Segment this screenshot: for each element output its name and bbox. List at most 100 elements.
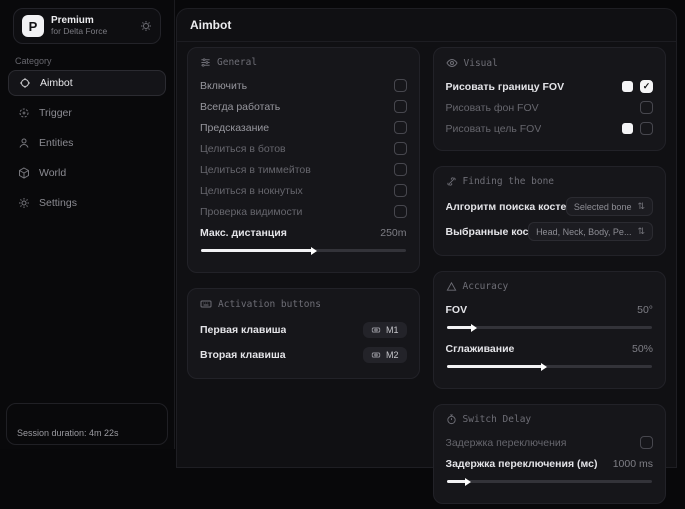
app-logo: P [22, 15, 44, 37]
slider-value: 50% [632, 343, 653, 355]
select-value: Head, Neck, Body, Pe... [536, 227, 631, 237]
toggle-label: Задержка переключения [446, 437, 567, 449]
toggle-label: Предсказание [200, 122, 269, 134]
smoothing-slider[interactable] [447, 362, 653, 371]
cube-icon [18, 167, 30, 179]
eye-icon [446, 57, 458, 69]
toggle-label: Проверка видимости [200, 206, 302, 218]
gear-icon [18, 197, 30, 209]
select-label: Алгоритм поиска костей [446, 201, 566, 213]
toggle-label: Целиться в ботов [200, 143, 286, 155]
sidebar-item-aimbot[interactable]: Aimbot [8, 70, 166, 96]
keybind-button-2[interactable]: M2 [363, 347, 407, 363]
app-brand-card: P Premium for Delta Force [13, 8, 161, 44]
selected-bones-select[interactable]: Head, Neck, Body, Pe... ⇅ [528, 222, 653, 241]
card-general: General Включить Всегда работать Предска… [187, 47, 420, 273]
updown-arrows-icon: ⇅ [637, 226, 645, 237]
slider-thumb[interactable] [465, 478, 471, 486]
bone-algorithm-select[interactable]: Selected bone ⇅ [566, 197, 653, 216]
sidebar-item-label: Entities [39, 137, 73, 149]
card-activation-buttons: Activation buttons Первая клавиша M1 Вто… [187, 288, 420, 379]
person-icon [18, 137, 30, 149]
slider-thumb[interactable] [471, 324, 477, 332]
slider-label: Задержка переключения (мс) [446, 458, 598, 470]
sidebar-item-label: Settings [39, 197, 77, 209]
triangle-icon [446, 281, 457, 292]
max-distance-slider[interactable] [201, 246, 406, 255]
sidebar-item-label: Trigger [39, 107, 72, 119]
toggle-label: Целиться в нокнутых [200, 185, 303, 197]
card-visual: Visual Рисовать границу FOV ✓ Рисовать ф… [433, 47, 667, 151]
checkbox[interactable] [394, 163, 407, 176]
card-title-text: Accuracy [463, 281, 509, 292]
checkbox[interactable]: ✓ [640, 80, 653, 93]
slider-label: FOV [446, 304, 468, 316]
sidebar: P Premium for Delta Force Category Aimbo… [0, 0, 175, 449]
toggle-label: Всегда работать [200, 101, 280, 113]
card-title-text: Activation buttons [218, 299, 321, 310]
sidebar-nav: Aimbot Trigger Entities World Settings [8, 70, 166, 220]
sidebar-item-settings[interactable]: Settings [8, 190, 166, 216]
slider-label: Сглаживание [446, 343, 515, 355]
session-duration-text: Session duration: 4m 22s [17, 428, 119, 438]
category-label: Category [15, 56, 52, 66]
bone-icon [446, 176, 457, 187]
card-title-text: Switch Delay [463, 414, 532, 425]
fov-slider[interactable] [447, 323, 653, 332]
toggle-label: Целиться в тиммейтов [200, 164, 311, 176]
keybind-button-1[interactable]: M1 [363, 322, 407, 338]
card-switch-delay: Switch Delay Задержка переключения Задер… [433, 404, 667, 504]
visual-row-label: Рисовать фон FOV [446, 102, 539, 114]
switch-delay-slider[interactable] [447, 477, 653, 486]
checkbox[interactable] [394, 121, 407, 134]
page-title: Aimbot [190, 18, 231, 32]
select-value: Selected bone [574, 202, 632, 212]
main-panel: Aimbot General Включить Всегда работать … [176, 8, 677, 468]
app-subtitle: for Delta Force [51, 27, 133, 37]
slider-thumb[interactable] [541, 363, 547, 371]
sidebar-item-label: Aimbot [40, 77, 73, 89]
card-title-text: Visual [464, 58, 498, 69]
slider-thumb[interactable] [311, 247, 317, 255]
slider-value: 250m [380, 227, 406, 239]
checkbox[interactable] [640, 101, 653, 114]
crosshair-icon [19, 77, 31, 89]
sidebar-item-trigger[interactable]: Trigger [8, 100, 166, 126]
sidebar-item-world[interactable]: World [8, 160, 166, 186]
checkbox[interactable] [394, 184, 407, 197]
session-duration-box: Session duration: 4m 22s [6, 403, 168, 445]
checkbox[interactable] [394, 205, 407, 218]
checkbox[interactable] [640, 122, 653, 135]
toggle-label: Включить [200, 80, 247, 92]
stopwatch-icon [446, 414, 457, 425]
sliders-icon [200, 57, 211, 68]
settings-gear-icon[interactable] [140, 20, 152, 32]
check-icon: ✓ [643, 82, 651, 91]
slider-label: Макс. дистанция [200, 227, 287, 239]
keybind-label: Первая клавиша [200, 324, 286, 336]
mouse-key-icon [371, 350, 381, 360]
color-swatch[interactable] [622, 81, 633, 92]
sidebar-item-entities[interactable]: Entities [8, 130, 166, 156]
color-swatch[interactable] [622, 123, 633, 134]
checkbox[interactable] [394, 79, 407, 92]
keyboard-icon [200, 298, 212, 310]
select-label: Выбранные кости [446, 226, 529, 238]
checkbox[interactable] [640, 436, 653, 449]
card-accuracy: Accuracy FOV 50° Сглаживание 50% [433, 271, 667, 389]
mouse-key-icon [371, 325, 381, 335]
keybind-key: M2 [386, 350, 399, 360]
keybind-label: Вторая клавиша [200, 349, 286, 361]
slider-value: 50° [637, 304, 653, 316]
updown-arrows-icon: ⇅ [637, 201, 645, 212]
checkbox[interactable] [394, 142, 407, 155]
sidebar-item-label: World [39, 167, 66, 179]
trigger-crosshair-icon [18, 107, 30, 119]
visual-row-label: Рисовать границу FOV [446, 81, 565, 93]
checkbox[interactable] [394, 100, 407, 113]
slider-value: 1000 ms [613, 458, 653, 470]
visual-row-label: Рисовать цель FOV [446, 123, 542, 135]
card-title-text: Finding the bone [463, 176, 555, 187]
page-header: Aimbot [177, 9, 676, 42]
keybind-key: M1 [386, 325, 399, 335]
